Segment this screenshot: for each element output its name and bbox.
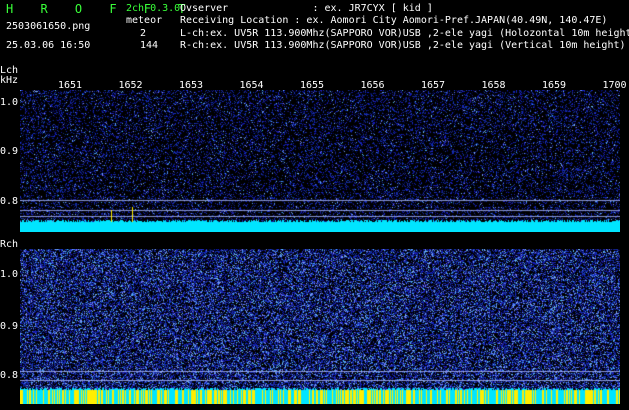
rch-ytick-0.8: 0.8 <box>0 370 19 381</box>
mode-label: meteor <box>126 15 163 26</box>
count-bottom: 144 <box>140 40 159 51</box>
lch-spectrogram <box>20 90 620 232</box>
lch-ytick-1.0: 1.0 <box>0 97 19 108</box>
lch-unit-label: kHz <box>0 75 19 86</box>
rch-ytick-0.9: 0.9 <box>0 321 19 332</box>
receiving-location-line: Receiving Location : ex. Aomori City Aom… <box>180 15 608 26</box>
rch-info-line: R-ch:ex. UV5R 113.900Mhz(SAPPORO VOR)USB… <box>180 40 626 51</box>
lch-ytick-0.8: 0.8 <box>0 196 19 207</box>
rch-ytick-1.0: 1.0 <box>0 269 19 280</box>
file-name: 2503061650.png <box>6 21 91 32</box>
datetime: 25.03.06 16:50 <box>6 40 91 51</box>
lch-info-line: L-ch:ex. UV5R 113.900Mhz(SAPPORO VOR)USB… <box>180 28 629 39</box>
lch-ytick-0.9: 0.9 <box>0 146 19 157</box>
observer-line: Ovserver : ex. JR7CYX [ kid ] <box>180 3 433 14</box>
count-top: 2 <box>140 28 147 39</box>
rch-spectrogram <box>20 249 620 404</box>
channel-info: 2ch 0.3.0 <box>126 3 181 14</box>
rch-label: Rch <box>0 239 19 250</box>
